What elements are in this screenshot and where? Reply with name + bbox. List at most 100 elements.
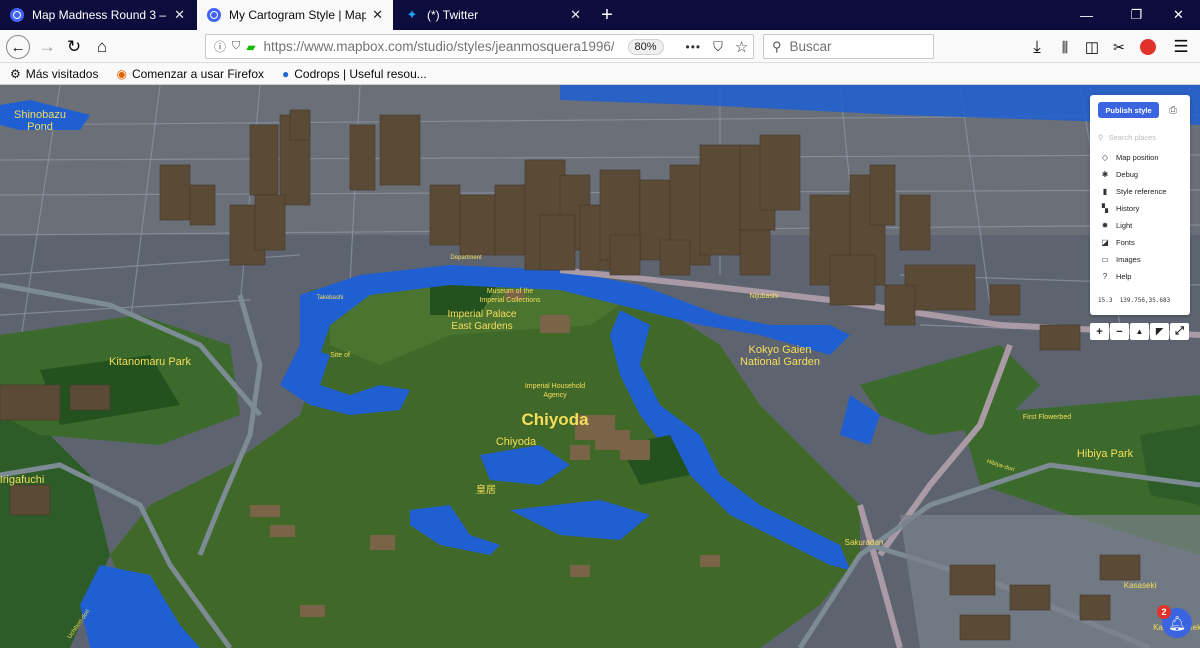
panel-item-map-position[interactable]: ◇ Map position (1100, 151, 1159, 163)
pocket-icon[interactable]: ⛉ (713, 39, 723, 55)
map-label: Agency (543, 392, 567, 399)
page-actions-icon[interactable]: ••• (686, 40, 702, 54)
zoom-in-button[interactable]: + (1090, 323, 1109, 340)
bookmark-comenzar-firefox[interactable]: ◉ Comenzar a usar Firefox (116, 67, 264, 81)
hamburger-menu-icon: ☰ (1173, 37, 1189, 56)
compass-button[interactable]: ◤ (1150, 323, 1169, 340)
bell-icon: 🔔︎ (1168, 614, 1186, 631)
panel-item-fonts[interactable]: ◪ Fonts (1100, 236, 1135, 248)
forward-button[interactable]: → (34, 34, 60, 60)
map-label: Sakuradan (845, 538, 884, 547)
download-icon: ⤓ (1033, 37, 1041, 56)
close-window-button[interactable]: ✕ (1156, 0, 1200, 30)
panel-item-label: Images (1116, 254, 1141, 264)
secure-lock-icon: ▰ (246, 39, 256, 54)
library-button[interactable]: ⫼ (1052, 34, 1078, 60)
back-button[interactable]: ← (5, 34, 31, 60)
home-button[interactable]: ⌂ (89, 34, 115, 60)
map-label: East Gardens (451, 321, 512, 332)
book-icon: ▮ (1102, 186, 1108, 196)
tab-title: Map Madness Round 3 – Points (32, 8, 168, 22)
navigation-bar: ← → ↻ ⌂ ⓘ ⛉ ▰ https://www.mapbox.com/stu… (0, 30, 1200, 63)
new-tab-button[interactable]: + (594, 0, 620, 30)
panel-item-light[interactable]: ✹ Light (1100, 219, 1133, 231)
images-icon: ▭ (1101, 254, 1109, 264)
map-label: National Garden (740, 356, 820, 368)
url-bar[interactable]: ⓘ ⛉ ▰ https://www.mapbox.com/studio/styl… (205, 34, 754, 59)
panel-item-label: Help (1116, 271, 1132, 281)
map-tools: + − ▲ ◤ ⤢ (1090, 323, 1191, 341)
tab-my-cartogram-style[interactable]: My Cartogram Style | Mapbox ✕ (197, 0, 393, 30)
codrops-icon: ● (282, 66, 290, 81)
fonts-icon: ◪ (1101, 237, 1109, 247)
notification-count-badge: 2 (1157, 605, 1171, 619)
map-position-icon: ◇ (1101, 152, 1109, 162)
tracking-shield-icon[interactable]: ⛉ (232, 40, 240, 53)
panel-item-label: Style reference (1116, 186, 1167, 196)
reload-button[interactable]: ↻ (61, 34, 87, 60)
home-icon: ⌂ (96, 37, 108, 56)
bookmark-label: Codrops | Useful resou... (294, 66, 427, 81)
menu-button[interactable]: ☰ (1168, 34, 1194, 60)
map-label: Kasaseki (1124, 581, 1157, 590)
mapbox-favicon-icon (207, 8, 221, 22)
gear-icon: ⚙ (10, 66, 21, 81)
minimize-button[interactable]: — (1064, 0, 1109, 30)
panel-item-style-reference[interactable]: ▮ Style reference (1100, 185, 1167, 197)
map-label-district: Chiyoda (521, 410, 589, 429)
fullscreen-button[interactable]: ⤢ (1170, 323, 1189, 340)
map-label: Imperial Household (525, 383, 585, 390)
search-bar[interactable]: ⚲ Buscar (763, 34, 934, 59)
bookmark-mas-visitados[interactable]: ⚙ Más visitados (10, 67, 98, 81)
lock-button[interactable]: ▲ (1130, 323, 1149, 340)
map-label: Imperial Collections (479, 297, 541, 304)
bookmark-star-icon[interactable]: ☆ (735, 38, 748, 56)
panel-item-label: History (1116, 203, 1140, 213)
extension-icon (1140, 39, 1156, 55)
panel-item-history[interactable]: ▚ History (1100, 202, 1139, 214)
panel-item-label: Map position (1116, 152, 1159, 162)
map-label: Irigafuchi (0, 474, 44, 486)
map-label: Kitanomaru Park (109, 356, 191, 368)
print-icon[interactable]: ⎙ (1166, 103, 1180, 117)
search-places-input[interactable]: ⚲ Search places (1098, 131, 1183, 143)
firefox-icon: ◉ (116, 66, 127, 81)
sidebar-button[interactable]: ◫ (1079, 34, 1105, 60)
extension-button[interactable] (1135, 34, 1161, 60)
help-icon: ? (1102, 271, 1108, 281)
mapbox-favicon-icon (10, 8, 24, 22)
map-svg[interactable]: Shinobazu Pond Museum of the Imperial Co… (0, 85, 1200, 648)
map-position-readout[interactable]: 15.3 139.756,35.683 (1098, 297, 1170, 304)
map-label: Nijubashi (750, 293, 779, 300)
search-places-placeholder: Search places (1108, 132, 1157, 142)
maximize-button[interactable]: ❐ (1114, 0, 1159, 30)
info-icon[interactable]: ⓘ (214, 38, 226, 55)
search-icon: ⚲ (1098, 132, 1104, 142)
tab-twitter[interactable]: ✦ (*) Twitter ✕ (395, 0, 591, 30)
bookmark-codrops[interactable]: ● Codrops | Useful resou... (282, 67, 427, 81)
bookmark-label: Comenzar a usar Firefox (131, 66, 264, 81)
close-tab-icon[interactable]: ✕ (372, 7, 383, 23)
map-label: Museum of the (487, 288, 533, 295)
reload-icon: ↻ (66, 37, 82, 56)
screenshot-button[interactable]: ✂ (1106, 34, 1132, 60)
zoom-out-button[interactable]: − (1110, 323, 1129, 340)
light-icon: ✹ (1101, 220, 1109, 230)
tab-map-madness[interactable]: Map Madness Round 3 – Points ✕ (0, 0, 195, 30)
map-label: Shinobazu (14, 109, 66, 121)
back-arrow-icon: ← (6, 35, 30, 59)
close-tab-icon[interactable]: ✕ (570, 7, 581, 23)
publish-style-button[interactable]: Publish style (1098, 102, 1159, 118)
zoom-level-badge[interactable]: 80% (627, 38, 664, 55)
map-canvas[interactable]: Shinobazu Pond Museum of the Imperial Co… (0, 85, 1200, 648)
studio-side-panel: Publish style ⎙ ⚲ Search places ◇ Map po… (1090, 95, 1190, 315)
downloads-button[interactable]: ⤓ (1024, 34, 1050, 60)
panel-item-label: Fonts (1116, 237, 1135, 247)
url-text[interactable]: https://www.mapbox.com/studio/styles/jea… (264, 39, 614, 54)
panel-item-images[interactable]: ▭ Images (1100, 253, 1141, 265)
panel-item-debug[interactable]: ✱ Debug (1100, 168, 1138, 180)
close-tab-icon[interactable]: ✕ (174, 7, 185, 23)
map-label: Imperial Palace (448, 309, 517, 320)
panel-item-help[interactable]: ? Help (1100, 270, 1132, 282)
map-label: Pond (27, 121, 53, 133)
